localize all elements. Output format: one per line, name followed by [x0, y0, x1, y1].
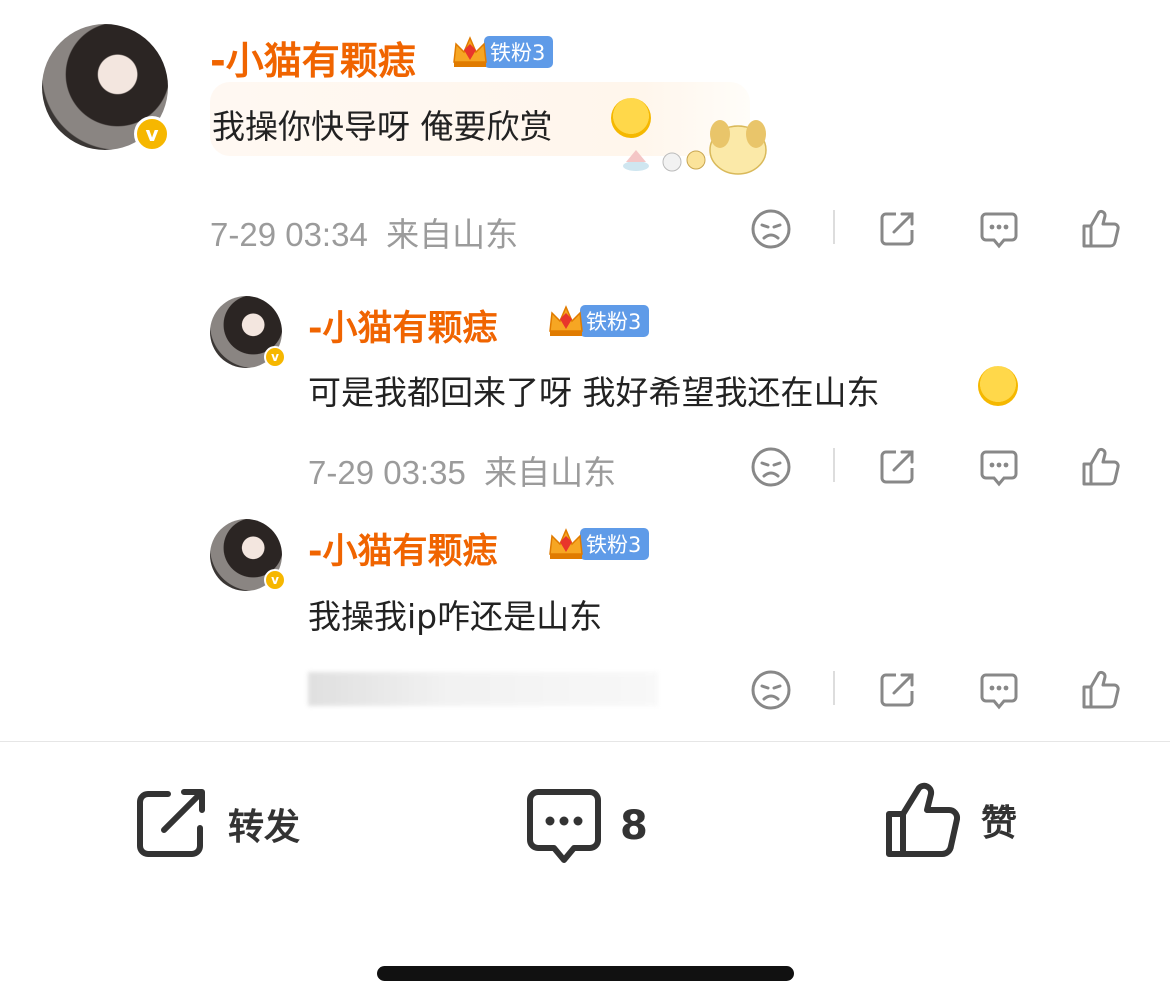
badge-label: 铁粉3	[484, 36, 554, 68]
repost-button[interactable]: 转发	[134, 788, 300, 860]
like-icon	[886, 782, 961, 858]
like-icon[interactable]	[1080, 446, 1122, 492]
verified-icon: v	[264, 346, 286, 368]
comment-count: 8	[620, 803, 648, 849]
share-icon[interactable]	[876, 446, 918, 492]
dislike-icon[interactable]	[750, 208, 792, 254]
comment-time: 7-29 03:35 来自山东	[308, 454, 617, 491]
comment-actions	[750, 669, 1130, 711]
badge-label: 铁粉3	[580, 528, 650, 560]
repost-label: 转发	[228, 807, 301, 848]
crying-emoji-icon	[978, 366, 1018, 406]
list-divider	[0, 741, 1170, 742]
fan-badge[interactable]: 铁粉3	[546, 301, 650, 341]
share-icon[interactable]	[876, 669, 918, 715]
comment-icon[interactable]	[978, 669, 1020, 715]
comment-icon	[527, 789, 601, 863]
username[interactable]: -小猫有颗痣	[308, 300, 498, 351]
like-icon[interactable]	[1080, 669, 1122, 715]
comment-icon[interactable]	[978, 446, 1020, 492]
comment-text: 我操我ip咋还是山东	[308, 597, 603, 636]
comment-time-blurred	[308, 672, 658, 706]
comment-icon[interactable]	[978, 208, 1020, 254]
verified-icon: v	[264, 569, 286, 591]
crown-icon	[450, 32, 490, 72]
verified-icon: v	[134, 116, 170, 152]
fan-badge[interactable]: 铁粉3	[450, 32, 554, 72]
comment-actions	[750, 446, 1130, 488]
comment-text: 可是我都回来了呀 我好希望我还在山东	[308, 373, 880, 412]
bubble-sticker-icon	[620, 110, 770, 178]
username[interactable]: -小猫有颗痣	[308, 523, 498, 574]
avatar[interactable]: v	[210, 519, 286, 591]
divider	[833, 448, 835, 482]
like-label: 赞	[981, 803, 1018, 844]
username[interactable]: -小猫有颗痣	[210, 30, 416, 85]
dislike-icon[interactable]	[750, 669, 792, 715]
like-button[interactable]: 赞	[885, 782, 1017, 858]
crown-icon	[546, 301, 586, 341]
divider	[833, 210, 835, 244]
fan-badge[interactable]: 铁粉3	[546, 524, 650, 564]
comment-button[interactable]: 8	[526, 788, 648, 864]
repost-icon	[137, 789, 205, 857]
comment-text: 我操你快导呀 俺要欣赏	[212, 107, 553, 146]
comment-time: 7-29 03:34 来自山东	[210, 216, 519, 253]
comment-actions	[750, 208, 1130, 250]
avatar[interactable]: v	[210, 296, 286, 368]
dislike-icon[interactable]	[750, 446, 792, 492]
home-indicator	[377, 966, 794, 981]
badge-label: 铁粉3	[580, 305, 650, 337]
crown-icon	[546, 524, 586, 564]
share-icon[interactable]	[876, 208, 918, 254]
divider	[833, 671, 835, 705]
avatar[interactable]: v	[42, 24, 170, 152]
like-icon[interactable]	[1080, 208, 1122, 254]
